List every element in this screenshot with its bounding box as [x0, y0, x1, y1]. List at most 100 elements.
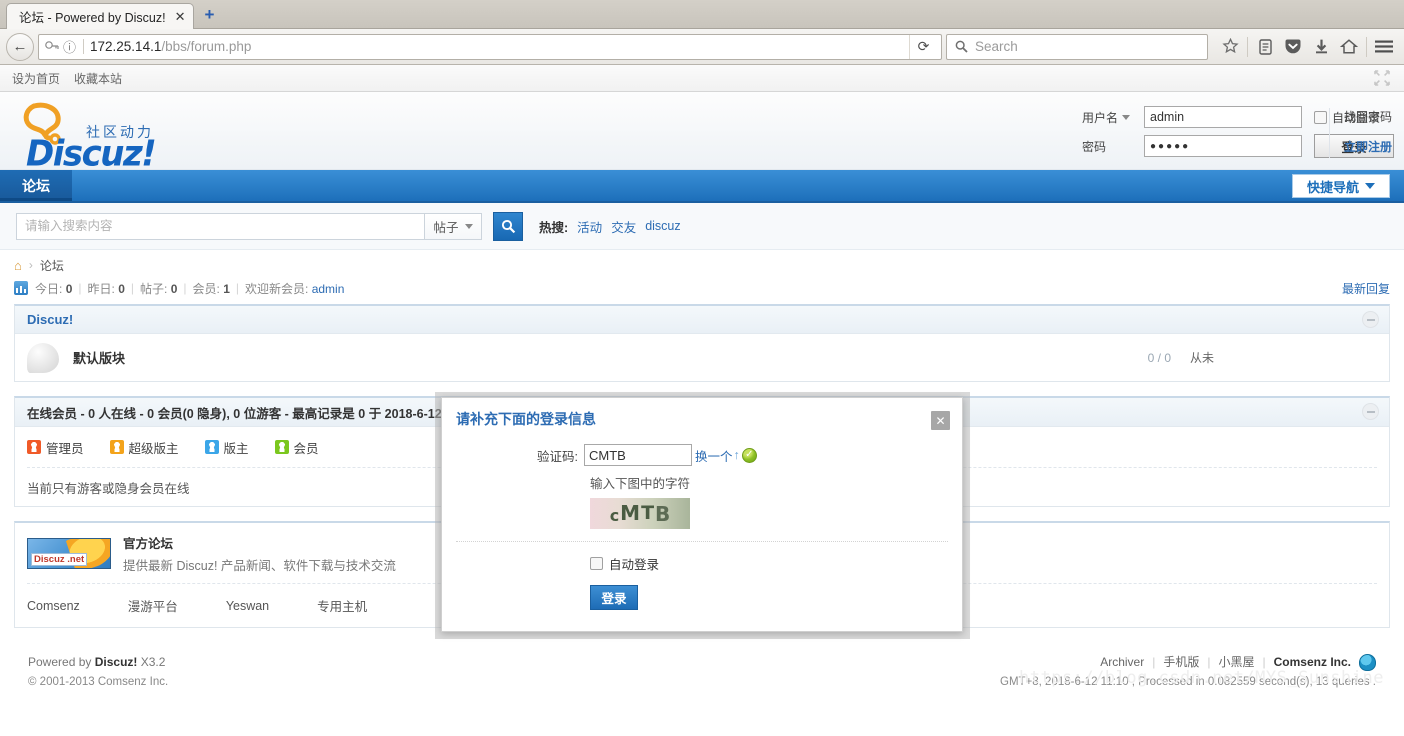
- captcha-input[interactable]: [584, 444, 692, 466]
- online-collapse-icon[interactable]: [1362, 403, 1379, 420]
- close-icon[interactable]: ✕: [931, 411, 950, 430]
- search-input[interactable]: [16, 212, 424, 240]
- key-icon: [45, 41, 59, 49]
- hot-search: 热搜: 活动 交友 discuz: [539, 217, 681, 236]
- quick-nav-button[interactable]: 快捷导航: [1291, 174, 1390, 198]
- discuz-net-label: Discuz .net: [31, 553, 88, 566]
- forum-name-link[interactable]: 默认版块: [73, 348, 125, 367]
- url-path: /bbs/forum.php: [161, 39, 252, 54]
- stat-today-label: 今日:: [35, 281, 63, 296]
- captcha-char-4: B: [655, 501, 671, 526]
- site-logo[interactable]: 社区动力 Discuz!: [14, 100, 314, 175]
- downloads-icon[interactable]: [1307, 32, 1335, 62]
- footer-powered-brand[interactable]: Discuz!: [95, 655, 138, 669]
- register-link[interactable]: 立即注册: [1344, 138, 1392, 155]
- modal-auto-login-toggle[interactable]: 自动登录: [590, 554, 948, 573]
- stat-welcome-user-link[interactable]: admin: [312, 282, 345, 296]
- captcha-char-2: M: [620, 500, 641, 525]
- checkbox-icon[interactable]: [590, 557, 603, 570]
- hot-search-item-1[interactable]: 交友: [611, 217, 636, 236]
- chart-icon: [14, 281, 28, 295]
- menu-hamburger-icon[interactable]: [1370, 32, 1398, 62]
- refresh-captcha-link[interactable]: 换一个 ↑: [695, 446, 740, 465]
- footer-copyright: © 2001-2013 Comsenz Inc.: [28, 676, 169, 688]
- url-host: 172.25.14.1: [90, 39, 162, 54]
- back-button[interactable]: ←: [6, 32, 34, 61]
- url-bar[interactable]: ⓘ 172.25.14.1/bbs/forum.php ⟳: [38, 33, 942, 60]
- reader-list-icon[interactable]: [1251, 32, 1279, 62]
- arrow-up-icon: ↑: [733, 448, 740, 462]
- password-label-text: 密码: [1082, 139, 1107, 154]
- partner-link-manyou[interactable]: 漫游平台: [128, 596, 178, 615]
- bookmark-star-icon[interactable]: [1216, 32, 1244, 62]
- partner-link-comsenz[interactable]: Comsenz: [27, 599, 80, 613]
- username-input[interactable]: [1144, 106, 1302, 128]
- stat-today-value: 0: [65, 281, 73, 296]
- group-member: 会员: [274, 438, 319, 457]
- captcha-row: 验证码: 换一个 ↑ ✓: [456, 444, 948, 466]
- online-header-text: 在线会员 - 0 人在线 - 0 会员(0 隐身), 0 位游客 - 最高记录是…: [27, 406, 442, 421]
- collapse-toggle-icon[interactable]: [1374, 70, 1390, 86]
- footer-powered-version: X3.2: [140, 655, 166, 669]
- hot-search-item-2[interactable]: discuz: [645, 219, 680, 233]
- checkbox-icon[interactable]: [1314, 110, 1327, 124]
- home-icon[interactable]: [1335, 32, 1363, 62]
- set-homepage-link[interactable]: 设为首页: [12, 70, 60, 87]
- search-strip: 帖子 热搜: 活动 交友 discuz: [0, 203, 1404, 250]
- footer-powered-prefix: Powered by: [28, 655, 92, 669]
- browser-search-box[interactable]: Search: [946, 33, 1208, 60]
- stat-yesterday: 昨日: 0: [88, 280, 125, 297]
- tab-title: 论坛 - Powered by Discuz!: [19, 11, 166, 25]
- tab-close-icon[interactable]: ✕: [175, 10, 186, 23]
- tab-strip: 论坛 - Powered by Discuz! ✕ +: [0, 0, 1404, 29]
- search-icon: [501, 219, 515, 233]
- latest-reply-link[interactable]: 最新回复: [1342, 280, 1390, 297]
- stat-yesterday-label: 昨日:: [87, 281, 115, 296]
- toolbar-divider: [1247, 36, 1248, 57]
- group-super-mod: 超级版主: [109, 438, 179, 457]
- stat-welcome-label: 欢迎新会员:: [245, 281, 309, 296]
- captcha-image[interactable]: c M T B: [590, 498, 690, 529]
- group-member-label: 会员: [293, 441, 319, 456]
- bookmark-site-link[interactable]: 收藏本站: [74, 70, 122, 87]
- stat-members: 会员: 1: [193, 280, 230, 297]
- breadcrumb-item-forum[interactable]: 论坛: [40, 257, 64, 274]
- forum-icon: [27, 342, 59, 373]
- group-mod-label: 版主: [223, 441, 249, 456]
- search-submit-button[interactable]: [493, 211, 523, 241]
- new-tab-button[interactable]: +: [194, 2, 224, 28]
- home-icon[interactable]: ⌂: [14, 258, 22, 273]
- discuz-net-banner-icon[interactable]: Discuz .net: [27, 538, 111, 569]
- category-collapse-icon[interactable]: [1362, 311, 1379, 328]
- footer-powered: Powered by Discuz! X3.2: [28, 652, 168, 672]
- page-footer: Powered by Discuz! X3.2 © 2001-2013 Coms…: [14, 642, 1390, 692]
- partner-desc: 提供最新 Discuz! 产品新闻、软件下载与技术交流: [123, 559, 396, 573]
- reload-button[interactable]: ⟳: [909, 34, 937, 59]
- site-topbar: 设为首页 收藏本站: [0, 65, 1404, 92]
- chevron-down-icon: [464, 223, 473, 229]
- password-input[interactable]: [1144, 135, 1302, 157]
- url-text: 172.25.14.1/bbs/forum.php: [90, 39, 251, 54]
- chevron-down-icon[interactable]: [1122, 114, 1131, 120]
- partner-link-host[interactable]: 专用主机: [317, 596, 367, 615]
- stat-members-label: 会员:: [192, 281, 220, 296]
- search-type-select[interactable]: 帖子: [424, 212, 482, 240]
- breadcrumb-separator: ›: [28, 258, 33, 272]
- info-icon[interactable]: ⓘ: [63, 37, 76, 56]
- nav-tab-forum[interactable]: 论坛: [0, 170, 72, 201]
- group-mod: 版主: [204, 438, 249, 457]
- partner-link-yeswan[interactable]: Yeswan: [226, 599, 269, 613]
- captcha-hint: 输入下图中的字符: [590, 477, 691, 491]
- partner-title[interactable]: 官方论坛: [123, 533, 396, 552]
- pocket-icon[interactable]: [1279, 32, 1307, 62]
- group-admin: 管理员: [27, 438, 84, 457]
- forgot-password-link[interactable]: 找回密码: [1344, 108, 1392, 125]
- modal-login-button[interactable]: 登录: [590, 585, 638, 610]
- identity-box[interactable]: ⓘ: [43, 37, 81, 56]
- stat-posts: 帖子: 0: [140, 280, 177, 297]
- category-title[interactable]: Discuz!: [27, 312, 73, 327]
- stat-posts-value: 0: [170, 281, 178, 296]
- browser-tab[interactable]: 论坛 - Powered by Discuz! ✕: [6, 3, 195, 29]
- hot-search-item-0[interactable]: 活动: [577, 217, 602, 236]
- modal-header: 请补充下面的登录信息 ✕: [442, 398, 962, 440]
